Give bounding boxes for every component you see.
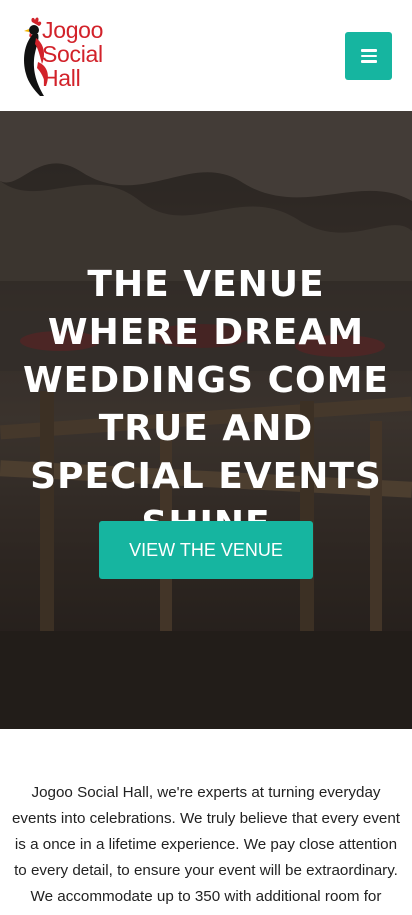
- hero-title: THE VENUE WHERE DREAM WEDDINGS COME TRUE…: [22, 264, 390, 545]
- view-venue-button[interactable]: VIEW THE VENUE: [99, 521, 313, 579]
- brand-name-line3: Hall: [42, 65, 81, 91]
- brand-name-line1: Jogoo: [42, 17, 104, 43]
- site-logo[interactable]: Jogoo Social Hall: [18, 16, 118, 98]
- site-header: Jogoo Social Hall: [0, 0, 412, 111]
- intro-paragraph: Jogoo Social Hall, we're experts at turn…: [11, 784, 401, 915]
- hero-section: THE VENUE WHERE DREAM WEDDINGS COME TRUE…: [0, 111, 412, 729]
- brand-name: Jogoo Social Hall: [42, 18, 103, 90]
- menu-toggle-button[interactable]: [345, 32, 392, 80]
- intro-section: Jogoo Social Hall, we're experts at turn…: [0, 729, 412, 915]
- hamburger-menu-icon-bar: [360, 54, 377, 58]
- hamburger-menu-icon-bar: [360, 60, 377, 63]
- hamburger-menu-icon: [360, 49, 377, 52]
- brand-name-line2: Social: [42, 41, 103, 67]
